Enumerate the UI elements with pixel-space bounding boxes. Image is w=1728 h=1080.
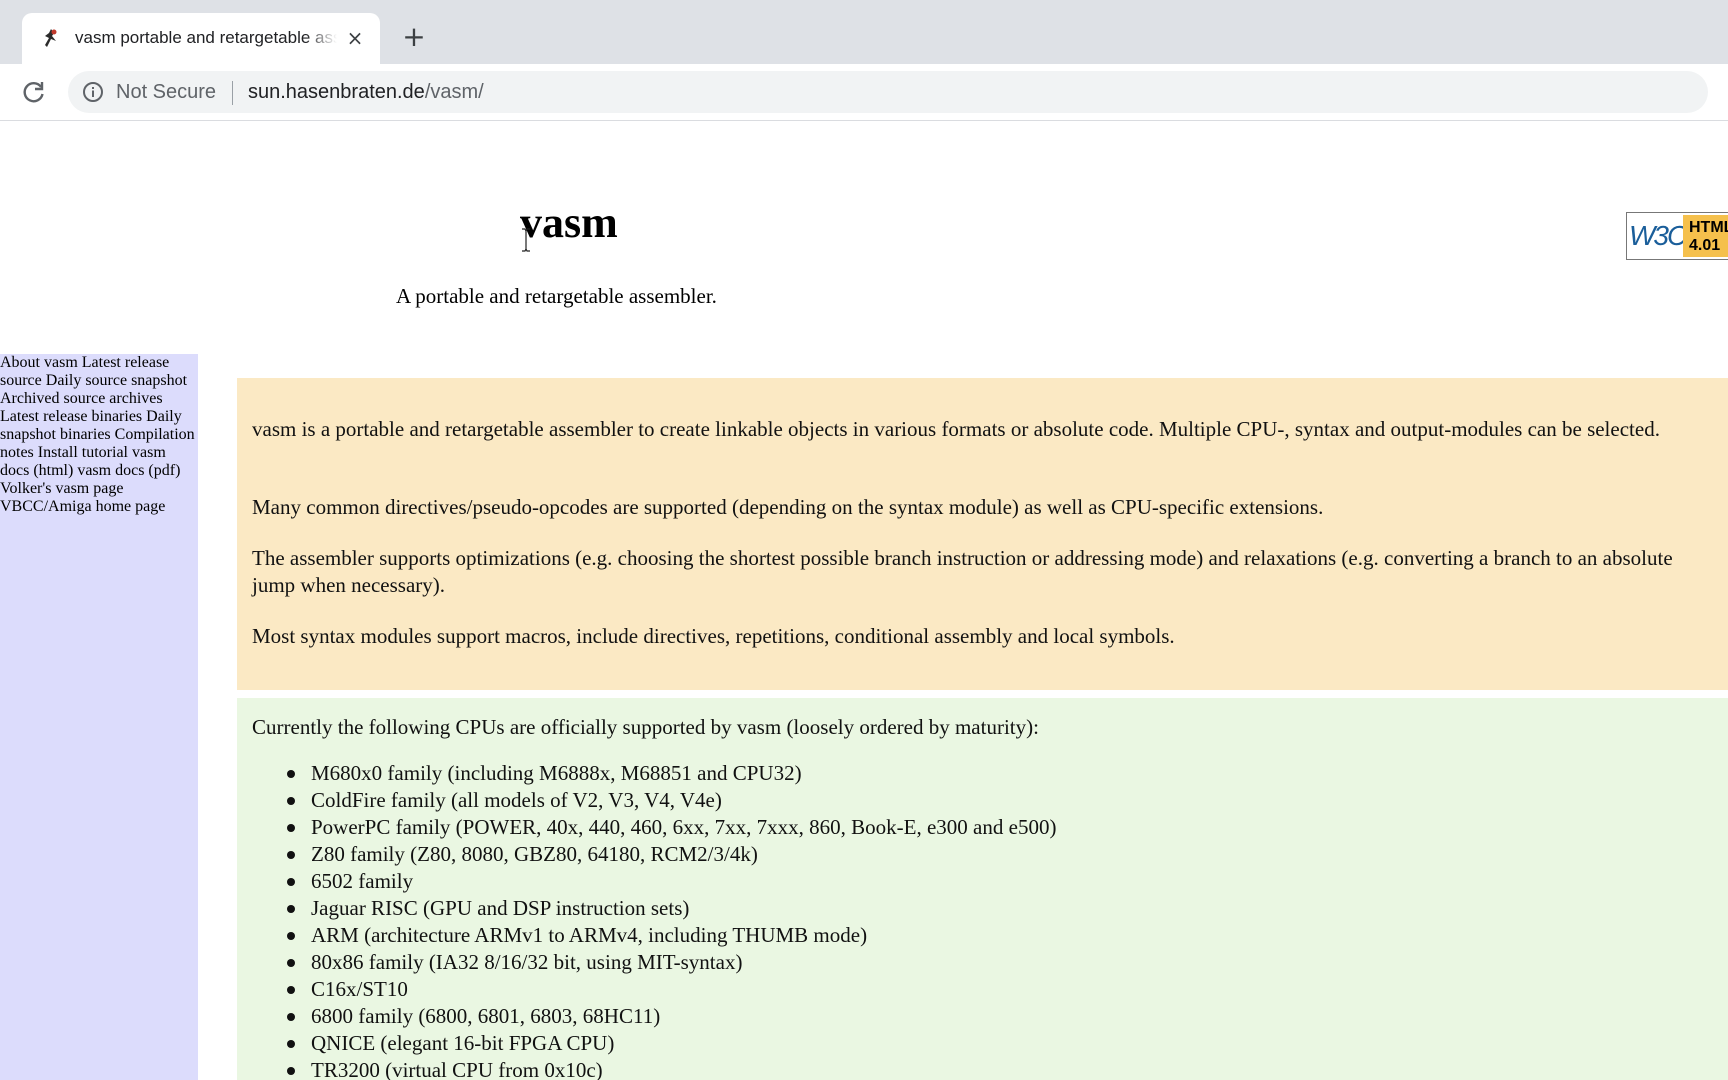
- cpu-item-text: TR3200 (virtual CPU from 0x10c): [311, 1058, 603, 1080]
- list-item: ColdFire family (all models of V2, V3, V…: [287, 787, 1056, 814]
- list-item: TR3200 (virtual CPU from 0x10c): [287, 1057, 1056, 1080]
- list-item: QNICE (elegant 16-bit FPGA CPU): [287, 1030, 1056, 1057]
- cpu-item-text: 80x86 family (IA32 8/16/32 bit, using MI…: [311, 950, 743, 974]
- sidebar-link-archived-source-archives[interactable]: Archived source archives: [0, 390, 163, 407]
- cpu-item-text: ARM (architecture ARMv1 to ARMv4, includ…: [311, 923, 868, 947]
- w3c-badge-line1: HTML: [1689, 219, 1728, 236]
- security-label[interactable]: Not Secure: [116, 81, 216, 103]
- text-cursor-icon: [522, 228, 530, 252]
- list-item: 6800 family (6800, 6801, 6803, 68HC11): [287, 1003, 1056, 1030]
- cpu-item-text: Z80 family (Z80, 8080, GBZ80, 64180, RCM…: [311, 842, 758, 866]
- bullet-icon: [287, 1040, 295, 1048]
- cpu-intro-text: Currently the following CPUs are officia…: [252, 715, 1039, 739]
- intro-paragraph: Many common directives/pseudo-opcodes ar…: [252, 495, 1324, 519]
- url-text[interactable]: sun.hasenbraten.de/vasm/: [248, 81, 484, 103]
- page-subtitle: A portable and retargetable assembler.: [396, 284, 717, 308]
- omnibox-divider: [232, 81, 233, 105]
- sidebar-link-amiga-home-page[interactable]: VBCC/Amiga home page: [0, 498, 165, 515]
- cpu-item-text: PowerPC family (POWER, 40x, 440, 460, 6x…: [311, 815, 1057, 839]
- browser-tab[interactable]: vasm portable and retargetable assembler…: [22, 13, 380, 64]
- bullet-icon: [287, 797, 295, 805]
- tab-strip: vasm portable and retargetable assembler…: [0, 0, 1728, 64]
- list-item: M680x0 family (including M6888x, M68851 …: [287, 760, 1056, 787]
- intro-box: vasm is a portable and retargetable asse…: [237, 378, 1728, 690]
- cpu-item-text: QNICE (elegant 16-bit FPGA CPU): [311, 1031, 615, 1055]
- cpu-list: M680x0 family (including M6888x, M68851 …: [287, 760, 1057, 1080]
- site-favicon-icon: [45, 29, 57, 47]
- sidebar-link-daily-source-snapshot[interactable]: Daily source snapshot: [46, 372, 187, 389]
- w3c-logo: W3C: [1629, 220, 1687, 251]
- bullet-icon: [287, 824, 295, 832]
- list-item: Z80 family (Z80, 8080, GBZ80, 64180, RCM…: [287, 841, 1056, 868]
- w3c-html-validation-badge[interactable]: W3C HTML 4.01: [1626, 212, 1728, 260]
- bullet-icon: [287, 959, 295, 967]
- intro-paragraph: Most syntax modules support macros, incl…: [252, 624, 1175, 648]
- sidebar-link-latest-release-binaries[interactable]: Latest release binaries: [0, 408, 142, 425]
- bullet-icon: [287, 932, 295, 940]
- sidebar-link-about-vasm[interactable]: About vasm: [0, 354, 78, 371]
- bullet-icon: [287, 905, 295, 913]
- list-item: 6502 family: [287, 868, 1056, 895]
- cpu-item-text: C16x/ST10: [311, 977, 408, 1001]
- intro-paragraph: vasm is a portable and retargetable asse…: [252, 417, 1660, 441]
- sidebar-links: About vasm Latest release source Daily s…: [0, 354, 198, 1080]
- new-tab-button[interactable]: +: [400, 23, 428, 52]
- list-item: PowerPC family (POWER, 40x, 440, 460, 6x…: [287, 814, 1057, 841]
- browser-toolbar: Not Secure sun.hasenbraten.de/vasm/: [0, 64, 1728, 121]
- bullet-icon: [287, 878, 295, 886]
- list-item: Jaguar RISC (GPU and DSP instruction set…: [287, 895, 1056, 922]
- cpu-item-text: 6800 family (6800, 6801, 6803, 68HC11): [311, 1004, 661, 1028]
- intro-paragraph: The assembler supports optimizations (e.…: [252, 546, 1673, 597]
- w3c-badge-line2: 4.01: [1689, 237, 1721, 254]
- cpu-item-text: Jaguar RISC (GPU and DSP instruction set…: [311, 896, 690, 920]
- list-item: ARM (architecture ARMv1 to ARMv4, includ…: [287, 922, 1056, 949]
- sidebar-link-install-tutorial[interactable]: Install tutorial: [38, 444, 128, 461]
- info-icon[interactable]: [82, 81, 104, 103]
- page-title: vasm: [520, 198, 618, 247]
- url-path: /vasm/: [424, 81, 484, 103]
- cpu-item-text: M680x0 family (including M6888x, M68851 …: [311, 761, 802, 785]
- bullet-icon: [287, 770, 295, 778]
- cpu-item-text: 6502 family: [311, 869, 414, 893]
- sidebar-link-volkers-vasm-page[interactable]: Volker's vasm page: [0, 480, 123, 497]
- bullet-icon: [287, 1013, 295, 1021]
- cpu-support-box: Currently the following CPUs are officia…: [237, 698, 1728, 1080]
- bullet-icon: [287, 851, 295, 859]
- tab-close-icon[interactable]: ×: [344, 27, 366, 49]
- tab-title: vasm portable and retargetable assembler: [75, 28, 337, 47]
- cpu-item-text: ColdFire family (all models of V2, V3, V…: [311, 788, 722, 812]
- list-item: C16x/ST10: [287, 976, 1056, 1003]
- address-bar[interactable]: Not Secure sun.hasenbraten.de/vasm/: [68, 71, 1708, 113]
- w3c-badge-label: HTML 4.01: [1683, 215, 1728, 257]
- list-item: 80x86 family (IA32 8/16/32 bit, using MI…: [287, 949, 1056, 976]
- sidebar-link-docs-pdf[interactable]: vasm docs (pdf): [77, 462, 180, 479]
- url-host: sun.hasenbraten.de: [248, 81, 425, 103]
- reload-icon[interactable]: [20, 78, 48, 106]
- bullet-icon: [287, 1067, 295, 1075]
- bullet-icon: [287, 986, 295, 994]
